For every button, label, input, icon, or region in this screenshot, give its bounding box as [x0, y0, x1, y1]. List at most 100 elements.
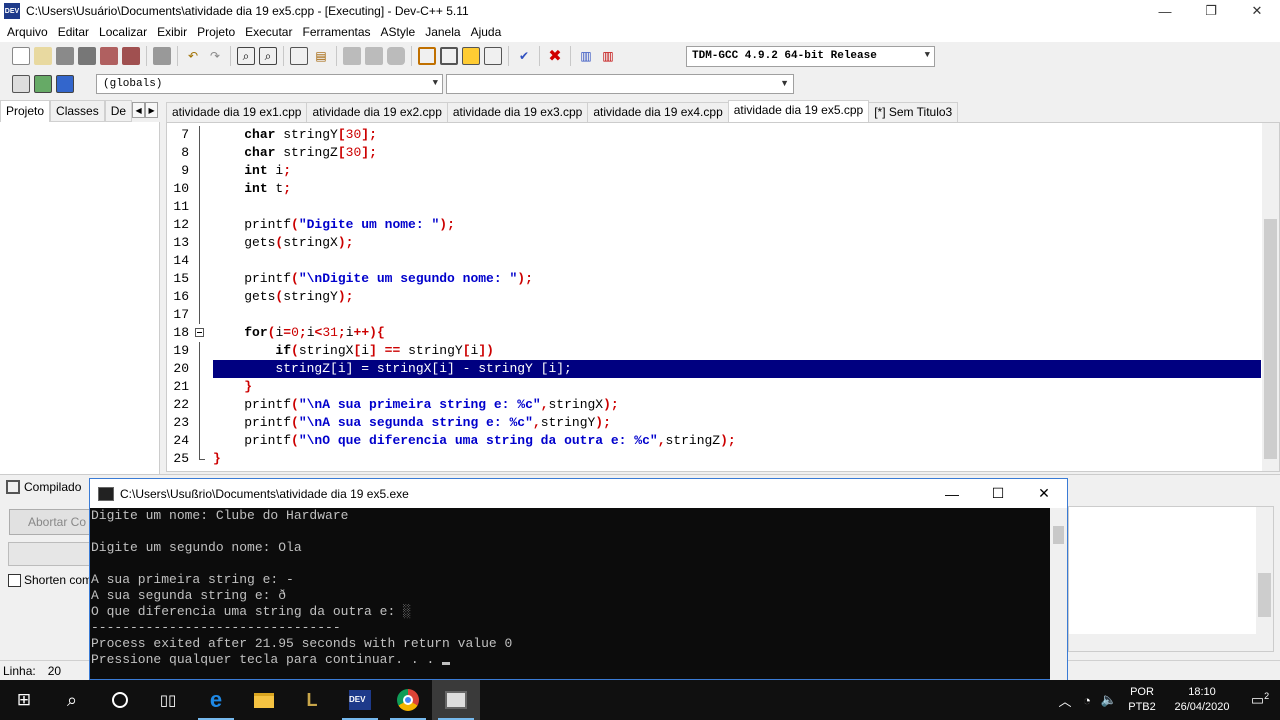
- stop-execution-icon[interactable]: ✖: [546, 47, 564, 65]
- toggle-bookmark-icon[interactable]: ▤: [312, 47, 330, 65]
- print-icon[interactable]: [153, 47, 171, 65]
- menu-item-exibir[interactable]: Exibir: [152, 25, 192, 39]
- minimize-button[interactable]: —: [1142, 0, 1188, 22]
- editor-tab[interactable]: atividade dia 19 ex1.cpp: [166, 102, 308, 122]
- menu-item-projeto[interactable]: Projeto: [192, 25, 240, 39]
- scope-select[interactable]: (globals) ▼: [96, 74, 443, 94]
- code-line: 13 gets(stringX);: [167, 234, 1261, 252]
- tab-classes[interactable]: Classes: [50, 100, 105, 122]
- console-scrollbar[interactable]: [1050, 508, 1067, 680]
- compile-log-tab[interactable]: Compilado: [6, 480, 81, 494]
- tab-scroll-left-icon[interactable]: ◀: [132, 102, 146, 118]
- tab-scroll-right-icon[interactable]: ▶: [145, 102, 159, 118]
- cortana-button[interactable]: [96, 680, 144, 720]
- code-line: 7 char stringY[30];: [167, 126, 1261, 144]
- menu-item-arquivo[interactable]: Arquivo: [2, 25, 53, 39]
- new-file-icon[interactable]: [12, 47, 30, 65]
- volume-icon[interactable]: 🔈: [1098, 692, 1120, 708]
- editor-tab[interactable]: atividade dia 19 ex3.cpp: [446, 102, 589, 122]
- undo-icon[interactable]: ↶: [184, 47, 202, 65]
- indent-icon[interactable]: [343, 47, 361, 65]
- start-button[interactable]: ⊞: [0, 680, 48, 720]
- menu-item-astyle[interactable]: AStyle: [376, 25, 421, 39]
- maximize-button[interactable]: ❐: [1188, 0, 1234, 22]
- action-center-button[interactable]: ▭2: [1240, 691, 1280, 709]
- toggle-comment-icon[interactable]: [387, 47, 405, 65]
- editor-tab[interactable]: atividade dia 19 ex4.cpp: [587, 102, 729, 122]
- window-tile-icon[interactable]: [462, 47, 480, 65]
- open-file-icon[interactable]: [34, 47, 52, 65]
- fullscreen-icon[interactable]: [440, 47, 458, 65]
- taskbar-chrome[interactable]: [384, 680, 432, 720]
- taskbar-league[interactable]: L: [288, 680, 336, 720]
- scrollbar-thumb[interactable]: [1053, 526, 1064, 544]
- menu-item-ajuda[interactable]: Ajuda: [466, 25, 507, 39]
- shorten-paths-checkbox[interactable]: Shorten com: [8, 573, 92, 587]
- goto-line-icon[interactable]: [290, 47, 308, 65]
- console-close-button[interactable]: ✕: [1021, 479, 1067, 508]
- taskbar-devcpp[interactable]: DEV: [336, 680, 384, 720]
- wifi-icon[interactable]: ◔: [1076, 693, 1098, 708]
- task-view-button[interactable]: ▯▯: [144, 680, 192, 720]
- menu-item-ferramentas[interactable]: Ferramentas: [297, 25, 375, 39]
- code-line: 10 int t;: [167, 180, 1261, 198]
- editor-tab[interactable]: atividade dia 19 ex5.cpp: [727, 100, 870, 122]
- fold-line: [195, 162, 204, 180]
- line-number: 25: [173, 451, 189, 466]
- line-number: 18: [173, 325, 189, 340]
- save-all-icon[interactable]: [78, 47, 96, 65]
- close-all-icon[interactable]: [122, 47, 140, 65]
- console-window[interactable]: C:\Users\Usußrio\Documents\atividade dia…: [89, 478, 1068, 680]
- line-number: 21: [173, 379, 189, 394]
- code-line: 9 int i;: [167, 162, 1261, 180]
- function-select[interactable]: ▼: [446, 74, 794, 94]
- editor-scrollbar[interactable]: [1262, 123, 1279, 471]
- taskbar-edge[interactable]: e: [192, 680, 240, 720]
- code-text: printf("\nO que diferencia uma string da…: [213, 433, 736, 448]
- grid-icon: [6, 480, 20, 494]
- find-icon[interactable]: ⌕: [237, 47, 255, 65]
- layout-grid-icon[interactable]: [418, 47, 436, 65]
- console-minimize-button[interactable]: —: [929, 479, 975, 508]
- menu-item-localizar[interactable]: Localizar: [94, 25, 152, 39]
- cortana-icon: [112, 692, 128, 708]
- close-file-icon[interactable]: [100, 47, 118, 65]
- clock[interactable]: 18:10 26/04/2020: [1164, 685, 1240, 715]
- close-button[interactable]: ✕: [1234, 0, 1280, 22]
- unindent-icon[interactable]: [365, 47, 383, 65]
- code-editor[interactable]: 7 char stringY[30]; 8 char stringZ[30]; 9 …: [166, 122, 1280, 472]
- menu-item-executar[interactable]: Executar: [240, 25, 297, 39]
- console-maximize-button[interactable]: ☐: [975, 479, 1021, 508]
- scrollbar-thumb[interactable]: [1258, 573, 1271, 617]
- menu-item-editar[interactable]: Editar: [53, 25, 94, 39]
- main-toolbar: ↶ ↷ ⌕ ⌕ ▤ ✔ ✖ ▥ ▥: [0, 42, 1280, 70]
- class-browser-icon[interactable]: [56, 75, 74, 93]
- compiler-select[interactable]: TDM-GCC 4.9.2 64-bit Release ▼: [686, 46, 935, 67]
- tab-projeto[interactable]: Projeto: [0, 100, 51, 122]
- search-button[interactable]: ⌕: [48, 680, 96, 720]
- language-indicator[interactable]: POR PTB2: [1120, 685, 1164, 715]
- profile-chart-icon[interactable]: ▥: [577, 47, 595, 65]
- goto-icon[interactable]: [34, 75, 52, 93]
- scrollbar-thumb[interactable]: [1264, 219, 1277, 459]
- output-vscrollbar[interactable]: [1256, 507, 1273, 635]
- replace-icon[interactable]: ⌕: [259, 47, 277, 65]
- abort-compilation-button[interactable]: Abortar Co: [9, 509, 99, 535]
- fold-toggle-icon[interactable]: [195, 324, 204, 342]
- show-hidden-icons-icon[interactable]: ︿: [1054, 691, 1076, 710]
- tab-debug[interactable]: De: [104, 100, 133, 122]
- taskbar-explorer[interactable]: [240, 680, 288, 720]
- delete-profile-icon[interactable]: ▥: [599, 47, 617, 65]
- compile-check-icon[interactable]: ✔: [515, 47, 533, 65]
- editor-tab[interactable]: [*] Sem Titulo3: [868, 102, 959, 122]
- taskbar-console[interactable]: [432, 680, 480, 720]
- checkbox-box[interactable]: [8, 573, 21, 587]
- window-cascade-icon[interactable]: [484, 47, 502, 65]
- line-number: 16: [173, 289, 189, 304]
- editor-tab[interactable]: atividade dia 19 ex2.cpp: [306, 102, 448, 122]
- output-hscrollbar[interactable]: [1069, 634, 1273, 651]
- insert-icon[interactable]: [12, 75, 30, 93]
- menu-item-janela[interactable]: Janela: [420, 25, 465, 39]
- redo-icon[interactable]: ↷: [206, 47, 224, 65]
- save-icon[interactable]: [56, 47, 74, 65]
